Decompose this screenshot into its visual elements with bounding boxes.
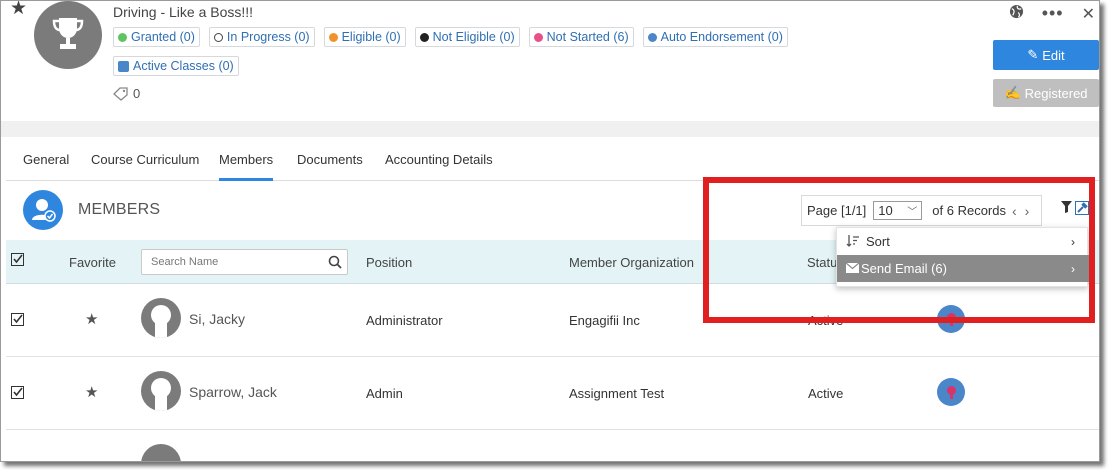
member-position: Administrator [366,313,443,328]
badge-in-progress[interactable]: In Progress (0) [208,27,315,47]
next-page-icon[interactable]: › [1025,203,1030,219]
location-pin-icon[interactable] [937,305,965,333]
granted-dot-icon [118,32,127,42]
not-eligible-dot-icon [419,32,429,42]
registered-icon: ✍ [1004,85,1021,100]
member-status: Active [808,386,844,401]
favorite-star-icon[interactable]: ★ [85,310,98,328]
avatar [141,298,181,338]
course-title: Driving - Like a Boss!!! [113,4,254,20]
sort-icon [846,234,860,250]
tags-count[interactable]: 0 [113,86,140,101]
favorite-star-icon[interactable]: ★ [85,383,98,401]
active-classes-icon [118,60,129,72]
envelope-icon [845,261,860,276]
favorite-column-header[interactable]: Favorite [69,255,116,270]
badge-auto-endorsement[interactable]: Auto Endorsement (0) [642,27,788,47]
favorite-star-icon[interactable]: ★ [10,1,27,18]
close-icon[interactable]: ✕ [1082,4,1095,24]
registered-button[interactable]: ✍ Registered [993,79,1099,107]
course-trophy-avatar [34,1,102,69]
eligible-dot-icon [328,32,338,42]
member-status: Active [808,313,844,328]
course-tabs: General Course Curriculum Members Docume… [6,137,1099,181]
member-organization: Assignment Test [569,386,665,401]
filter-icon[interactable] [1061,201,1072,216]
table-row[interactable] [6,430,1099,461]
search-icon[interactable] [328,255,342,269]
tab-members[interactable]: Members [219,152,274,181]
sort-menu-item[interactable]: Sort › [837,228,1089,255]
course-header: ★ Driving - Like a Boss!!! Granted (0) In… [1,1,1099,121]
app-window: ★ Driving - Like a Boss!!! Granted (0) In… [0,0,1100,462]
location-pin-icon[interactable] [937,378,965,406]
table-row[interactable]: ★ Si, Jacky Administrator Engagifii Inc … [6,284,1099,357]
tab-general[interactable]: General [23,152,69,167]
page-size-select[interactable]: 10 ﹀ [873,201,923,220]
avatar [141,444,181,461]
pencil-icon: ✎ [1027,47,1039,62]
badge-eligible[interactable]: Eligible (0) [323,27,406,47]
chevron-right-icon: › [1071,234,1075,249]
auto-endorsement-icon [647,32,657,42]
member-name[interactable]: Sparrow, Jack [189,384,277,400]
avatar [141,371,181,411]
member-organization: Engagifii Inc [569,313,640,328]
chevron-down-icon: ﹀ [907,207,918,218]
in-progress-dot-icon [213,32,223,42]
badge-granted[interactable]: Granted (0) [113,27,200,47]
tools-icon[interactable] [1075,201,1089,215]
organization-column-header[interactable]: Member Organization [569,255,694,270]
send-email-menu-item[interactable]: Send Email (6) › [837,255,1089,282]
tab-course-curriculum[interactable]: Course Curriculum [91,152,199,167]
badge-not-started[interactable]: Not Started (6) [528,27,634,47]
search-name-input[interactable]: Search Name [141,249,348,275]
prev-page-icon[interactable]: ‹ [1012,203,1017,219]
tag-icon [113,86,128,101]
members-icon [23,190,63,230]
pagination-bar: Page [1/1] 10 ﹀ of 6 Records ‹ › [801,195,1042,226]
page-indicator: Page [1/1] [807,203,867,218]
row-checkbox[interactable] [11,386,24,402]
table-row[interactable]: ★ Sparrow, Jack Admin Assignment Test Ac… [6,357,1099,430]
status-badges: Granted (0) In Progress (0) Eligible (0) No… [113,27,813,85]
member-position: Admin [366,386,403,401]
globe-icon[interactable] [1009,4,1024,23]
badge-active-classes[interactable]: Active Classes (0) [113,56,239,76]
more-options-icon[interactable]: ••• [1042,3,1064,24]
section-divider [1,121,1099,137]
chevron-right-icon: › [1071,261,1075,276]
select-all-checkbox[interactable] [11,253,24,269]
tools-dropdown-menu: Sort › Send Email (6) › [836,227,1089,287]
tab-accounting-details[interactable]: Accounting Details [385,152,493,167]
not-started-dot-icon [533,32,543,42]
position-column-header[interactable]: Position [366,255,412,270]
edit-button[interactable]: ✎ Edit [993,40,1099,70]
member-name[interactable]: Si, Jacky [189,311,245,327]
badge-not-eligible[interactable]: Not Eligible (0) [414,27,520,47]
trophy-icon [52,18,84,49]
records-count: of 6 Records [932,203,1006,218]
header-icons: ••• ✕ [1009,3,1095,24]
row-checkbox[interactable] [11,313,24,329]
tab-documents[interactable]: Documents [297,152,363,167]
members-heading: MEMBERS [78,201,161,218]
